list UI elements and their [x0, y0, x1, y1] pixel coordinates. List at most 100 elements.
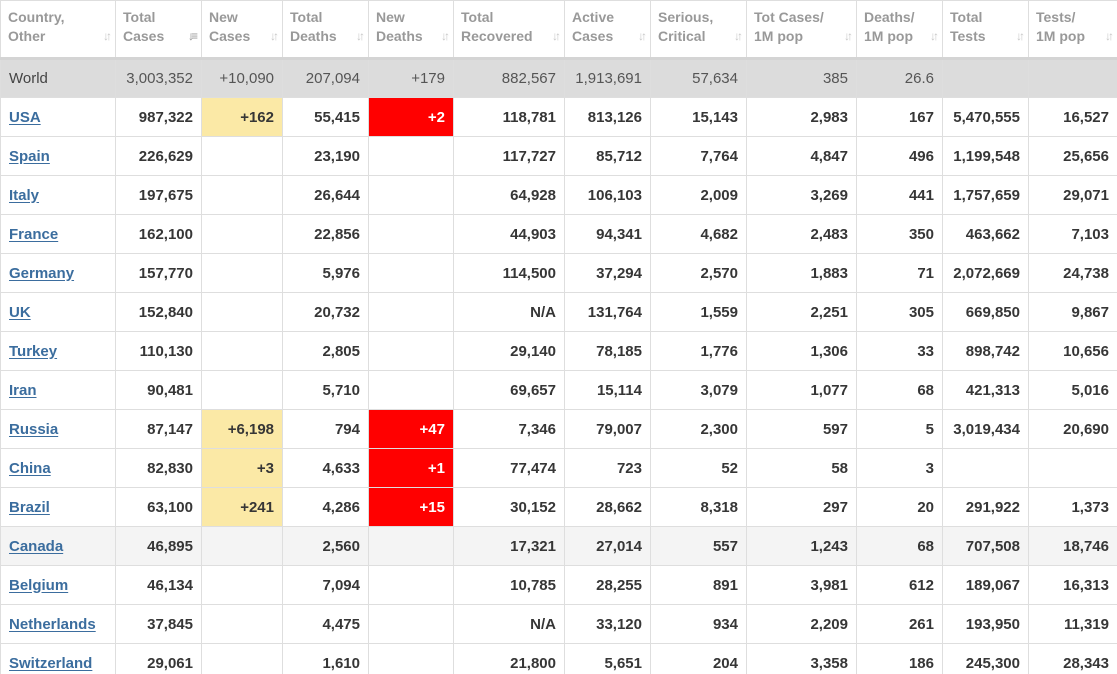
country-link[interactable]: Netherlands	[9, 616, 96, 633]
cell-new-deaths	[368, 565, 454, 605]
column-header-label: New	[209, 9, 238, 25]
table-row: Italy 197,675 26,644 64,928 106,103 2,009 3,26…	[0, 175, 1117, 215]
column-header-label: Total	[461, 9, 494, 25]
table-row: Canada 46,895 2,560 17,321 27,014 557 1,243 68 7…	[0, 526, 1117, 566]
country-link[interactable]: Iran	[9, 382, 37, 399]
cell-total-deaths: 2,805	[282, 331, 369, 371]
column-header-total-tests[interactable]: Total Tests ↓↑	[942, 0, 1029, 60]
cell-country: Italy	[0, 175, 116, 215]
cell-total-cases: 110,130	[115, 331, 202, 371]
country-link[interactable]: Brazil	[9, 499, 50, 516]
sort-desc-icon[interactable]: ↓≡	[188, 27, 198, 46]
cell-active-cases: 131,764	[564, 292, 651, 332]
sort-updown-icon[interactable]: ↓↑	[270, 27, 279, 46]
cell-active-cases: 85,712	[564, 136, 651, 176]
cell-active-cases: 27,014	[564, 526, 651, 566]
sort-updown-icon[interactable]: ↓↑	[1105, 27, 1114, 46]
cell-new-deaths: +47	[368, 409, 454, 449]
cell-total-recovered: 7,346	[453, 409, 565, 449]
sort-updown-icon[interactable]: ↓↑	[356, 27, 365, 46]
sort-updown-icon[interactable]: ↓↑	[930, 27, 939, 46]
cell-serious-critical: 2,570	[650, 253, 747, 293]
country-link[interactable]: Switzerland	[9, 655, 92, 672]
cell-tot-cases-per-1m: 2,983	[746, 97, 857, 137]
table-row: France 162,100 22,856 44,903 94,341 4,682 2,48…	[0, 214, 1117, 254]
cell-deaths-per-1m: 496	[856, 136, 943, 176]
sort-updown-icon[interactable]: ↓↑	[734, 27, 743, 46]
cell-tests-per-1m: 16,313	[1028, 565, 1117, 605]
country-link[interactable]: Italy	[9, 187, 39, 204]
sort-updown-icon[interactable]: ↓↑	[638, 27, 647, 46]
column-header-label: Total	[123, 9, 156, 25]
cell-tot-cases-per-1m: 2,209	[746, 604, 857, 644]
table-row: Switzerland 29,061 1,610 21,800 5,651 204 3,35…	[0, 643, 1117, 674]
cell-total-tests: 193,950	[942, 604, 1029, 644]
country-link[interactable]: Spain	[9, 148, 50, 165]
cell-total-cases: 987,322	[115, 97, 202, 137]
column-header-deaths-per-1m[interactable]: Deaths/1M pop ↓↑	[856, 0, 943, 60]
cell-total-tests: 291,922	[942, 487, 1029, 527]
column-header-total-deaths[interactable]: Total Deaths ↓↑	[282, 0, 369, 60]
cell-total-deaths: 4,633	[282, 448, 369, 488]
column-header-label: Deaths	[290, 28, 337, 44]
country-link[interactable]: Russia	[9, 421, 58, 438]
sort-updown-icon[interactable]: ↓↑	[844, 27, 853, 46]
country-link[interactable]: China	[9, 460, 51, 477]
country-link[interactable]: France	[9, 226, 58, 243]
cell-new-deaths	[368, 370, 454, 410]
column-header-tot-cases-per-1m[interactable]: Tot Cases/1M pop ↓↑	[746, 0, 857, 60]
cell-total-recovered: N/A	[453, 604, 565, 644]
table-row: Iran 90,481 5,710 69,657 15,114 3,079 1,077 68 4…	[0, 370, 1117, 410]
column-header-new-cases[interactable]: New Cases ↓↑	[201, 0, 283, 60]
cell-new-cases	[201, 643, 283, 674]
cell-new-deaths	[368, 331, 454, 371]
cell-total-cases: 29,061	[115, 643, 202, 674]
column-header-new-deaths[interactable]: New Deaths ↓↑	[368, 0, 454, 60]
sort-updown-icon[interactable]: ↓↑	[552, 27, 561, 46]
country-link[interactable]: Turkey	[9, 343, 57, 360]
cell-total-tests: 463,662	[942, 214, 1029, 254]
sort-updown-icon[interactable]: ↓↑	[1016, 27, 1025, 46]
cell-total-tests: 3,019,434	[942, 409, 1029, 449]
country-link[interactable]: USA	[9, 109, 41, 126]
country-link[interactable]: Germany	[9, 265, 74, 282]
column-header-label: New	[376, 9, 405, 25]
covid-stats-table: Country, Other ↓↑ Total Cases ↓≡ New Cases ↓↑ Tot…	[0, 0, 1117, 674]
cell-serious-critical: 204	[650, 643, 747, 674]
cell-tot-cases-per-1m: 297	[746, 487, 857, 527]
cell-tot-cases-per-1m: 1,306	[746, 331, 857, 371]
country-link[interactable]: UK	[9, 304, 31, 321]
cell-serious-critical: 891	[650, 565, 747, 605]
cell-total-recovered: N/A	[453, 292, 565, 332]
country-link[interactable]: Belgium	[9, 577, 68, 594]
cell-new-deaths	[368, 214, 454, 254]
column-header-total-recovered[interactable]: Total Recovered ↓↑	[453, 0, 565, 60]
cell-total-cases: 87,147	[115, 409, 202, 449]
column-header-country[interactable]: Country, Other ↓↑	[0, 0, 116, 60]
country-link[interactable]: Canada	[9, 538, 63, 555]
cell-tot-cases-per-1m: 58	[746, 448, 857, 488]
cell-country: Turkey	[0, 331, 116, 371]
cell-serious-critical: 8,318	[650, 487, 747, 527]
cell-deaths-per-1m: 68	[856, 526, 943, 566]
cell-tests-per-1m: 20,690	[1028, 409, 1117, 449]
table-row: USA 987,322 +162 55,415 +2 118,781 813,126 15,1…	[0, 97, 1117, 137]
cell-new-cases	[201, 604, 283, 644]
cell-active-cases: 79,007	[564, 409, 651, 449]
column-header-active-cases[interactable]: Active Cases ↓↑	[564, 0, 651, 60]
column-header-label: Critical	[658, 28, 706, 44]
column-header-serious-critical[interactable]: Serious, Critical ↓↑	[650, 0, 747, 60]
column-header-tests-per-1m[interactable]: Tests/1M pop ↓↑	[1028, 0, 1117, 60]
cell-deaths-per-1m: 5	[856, 409, 943, 449]
cell-new-deaths	[368, 136, 454, 176]
sort-updown-icon[interactable]: ↓↑	[103, 27, 112, 46]
cell-total-cases: 162,100	[115, 214, 202, 254]
cell-new-cases	[201, 526, 283, 566]
column-header-label: Cases	[572, 28, 614, 44]
column-header-total-cases[interactable]: Total Cases ↓≡	[115, 0, 202, 60]
cell-total-deaths: 26,644	[282, 175, 369, 215]
sort-updown-icon[interactable]: ↓↑	[441, 27, 450, 46]
cell-tot-cases-per-1m: 3,358	[746, 643, 857, 674]
column-header-label: Recovered	[461, 28, 533, 44]
column-header-label: Deaths	[376, 28, 423, 44]
